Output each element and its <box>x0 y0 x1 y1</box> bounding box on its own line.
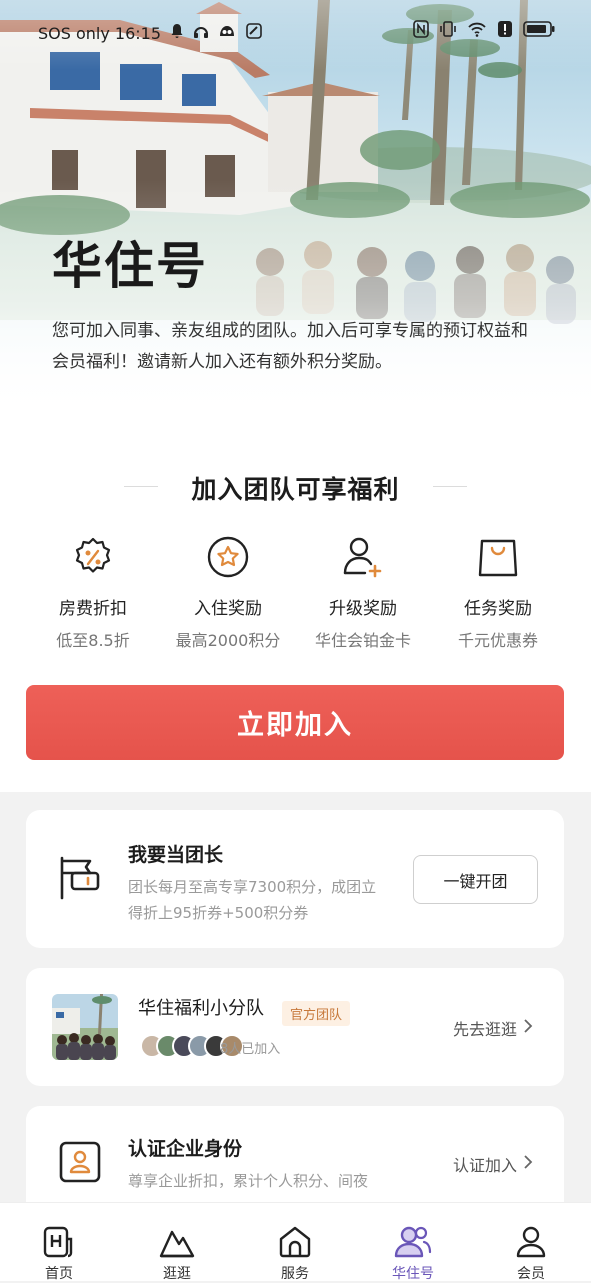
status-text: SOS only 16:15 <box>38 23 162 43</box>
nfc-icon <box>413 20 429 42</box>
pen-icon <box>245 22 263 44</box>
hero-banner: SOS only 16:15 华住号 您可加入同事、亲友组成的团队。加入后可享专… <box>0 0 591 420</box>
benefit-title: 任务奖励 <box>464 599 532 619</box>
browse-team-link[interactable]: 先去逛逛 <box>453 1016 533 1040</box>
team-users-icon <box>354 1215 472 1259</box>
explore-icon <box>118 1215 236 1259</box>
benefit-item-discount: 房费折扣 低至8.5折 <box>28 534 158 651</box>
chevron-right-icon <box>523 1154 533 1174</box>
member-count: 8人已加入 <box>220 1042 281 1057</box>
notification-bell-icon <box>169 23 185 43</box>
team-card[interactable]: 华住福利小分队 官方团队 8人已加入 先去逛逛 <box>26 968 564 1086</box>
leader-card-title: 我要当团长 <box>128 844 224 866</box>
benefit-title: 升级奖励 <box>329 599 397 619</box>
shopping-bag-icon <box>433 534 563 580</box>
benefit-title: 房费折扣 <box>59 599 127 619</box>
leader-card-description: 团长每月至高专享7300积分，成团立得折上95折券+500积分券 <box>128 878 377 922</box>
discount-percent-icon <box>28 534 158 580</box>
tab-label: 首页 <box>45 1266 73 1282</box>
star-badge-icon <box>163 534 293 580</box>
tab-label: 华住号 <box>392 1266 434 1282</box>
benefit-subtitle: 千元优惠券 <box>457 631 538 650</box>
certify-join-link[interactable]: 认证加入 <box>453 1152 533 1176</box>
official-badge: 官方团队 <box>282 1001 351 1026</box>
wifi-icon <box>467 21 487 41</box>
hero-description: 您可加入同事、亲友组成的团队。加入后可享专属的预订权益和会员福利！邀请新人加入还… <box>52 321 528 372</box>
enterprise-card-title: 认证企业身份 <box>128 1138 243 1160</box>
benefits-heading: 加入团队可享福利 <box>191 475 400 504</box>
chevron-right-icon <box>523 1018 533 1038</box>
benefit-item-task: 任务奖励 千元优惠券 <box>433 534 563 651</box>
member-user-icon <box>472 1215 590 1259</box>
join-now-button[interactable]: 立即加入 <box>26 685 564 760</box>
team-thumbnail <box>52 994 118 1060</box>
vibrate-icon <box>439 20 457 42</box>
benefit-subtitle: 华住会铂金卡 <box>314 631 411 650</box>
tab-member[interactable]: 会员 <box>472 1203 590 1283</box>
status-bar: SOS only 16:15 <box>0 0 591 66</box>
benefit-item-checkin: 入住奖励 最高2000积分 <box>163 534 293 651</box>
tab-label: 服务 <box>281 1266 309 1282</box>
home-hotel-icon <box>0 1215 118 1259</box>
tab-explore[interactable]: 逛逛 <box>118 1203 236 1283</box>
app-notification-icon <box>217 22 237 44</box>
browse-team-label: 先去逛逛 <box>453 1020 518 1039</box>
bottom-tab-bar: 首页 逛逛 服务 华住号 会员 <box>0 1202 591 1283</box>
certify-join-label: 认证加入 <box>453 1156 518 1175</box>
service-house-icon <box>236 1215 354 1259</box>
user-upgrade-icon <box>298 534 428 580</box>
tab-label: 会员 <box>517 1266 545 1282</box>
tab-huazhuhao[interactable]: 华住号 <box>354 1203 472 1283</box>
enterprise-card-description: 尊享企业折扣，累计个人积分、间夜 <box>128 1172 369 1190</box>
alert-icon <box>497 20 513 42</box>
tab-home[interactable]: 首页 <box>0 1203 118 1283</box>
benefit-subtitle: 最高2000积分 <box>175 631 281 650</box>
leader-card: 我要当团长 团长每月至高专享7300积分，成团立得折上95折券+500积分券 一… <box>26 810 564 948</box>
team-name: 华住福利小分队 <box>138 998 264 1019</box>
benefit-title: 入住奖励 <box>194 599 262 619</box>
benefits-list: 房费折扣 低至8.5折 入住奖励 最高2000积分 升级奖励 华住会铂金卡 任务… <box>0 534 591 654</box>
headset-icon <box>193 24 209 43</box>
battery-icon <box>523 20 555 42</box>
tab-label: 逛逛 <box>163 1266 191 1282</box>
open-team-button[interactable]: 一键开团 <box>413 855 538 904</box>
page-title: 华住号 <box>52 237 208 295</box>
benefit-subtitle: 低至8.5折 <box>56 631 130 650</box>
flag-icon <box>58 856 102 904</box>
enterprise-id-icon <box>58 1140 102 1188</box>
tab-service[interactable]: 服务 <box>236 1203 354 1283</box>
benefit-item-upgrade: 升级奖励 华住会铂金卡 <box>298 534 428 651</box>
